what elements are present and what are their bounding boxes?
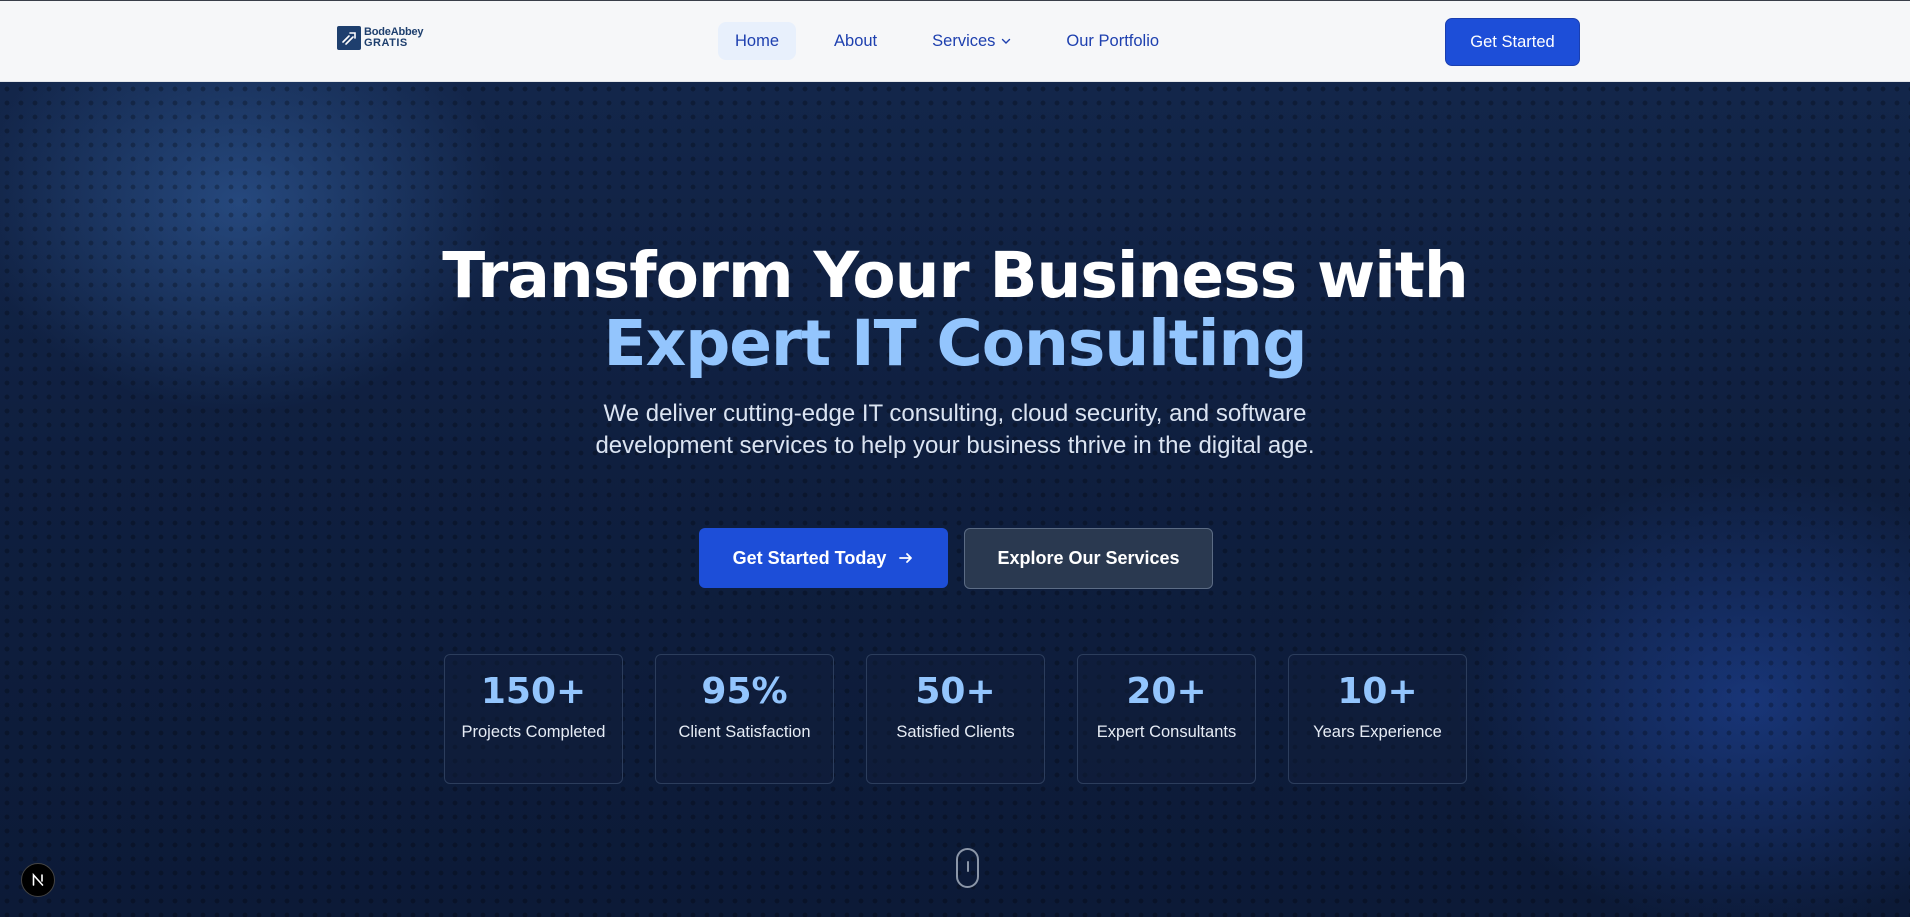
nav-about[interactable]: About (817, 22, 894, 60)
stat-label: Client Satisfaction (678, 723, 811, 741)
logo-tagline: GRATIS (364, 37, 408, 49)
hero-title: Transform Your Business with Expert IT C… (0, 242, 1910, 378)
nav-portfolio-label: Our Portfolio (1066, 31, 1160, 50)
main-nav: Home About Services Our Portfolio (718, 22, 1197, 60)
arrow-right-icon (899, 553, 913, 563)
stat-value: 95% (701, 671, 788, 712)
nav-services[interactable]: Services (915, 22, 1028, 60)
stats-row: 150+ Projects Completed 95% Client Satis… (444, 654, 1467, 784)
logo[interactable]: BodeAbbey GRATIS (337, 26, 424, 50)
scroll-wheel-icon (967, 861, 969, 872)
explore-services-button[interactable]: Explore Our Services (964, 528, 1213, 589)
hero-title-highlight: Expert IT Consulting (603, 307, 1308, 380)
dev-tools-badge[interactable] (21, 863, 55, 897)
hero-section: Transform Your Business with Expert IT C… (0, 82, 1910, 917)
stat-value: 20+ (1126, 671, 1207, 712)
logo-text: BodeAbbey GRATIS (364, 27, 424, 49)
nav-home-label: Home (735, 31, 780, 50)
next-logo-icon (32, 872, 44, 886)
stat-label: Years Experience (1313, 723, 1442, 741)
stat-label: Satisfied Clients (896, 723, 1015, 741)
chevron-down-icon (1002, 38, 1011, 44)
stat-card: 10+ Years Experience (1288, 654, 1467, 784)
stat-card: 150+ Projects Completed (444, 654, 623, 784)
nav-home[interactable]: Home (718, 22, 797, 60)
hero-title-line1: Transform Your Business with (442, 239, 1469, 312)
get-started-today-label: Get Started Today (732, 547, 887, 568)
stat-card: 95% Client Satisfaction (655, 654, 834, 784)
stat-value: 150+ (480, 671, 587, 712)
stat-card: 50+ Satisfied Clients (866, 654, 1045, 784)
get-started-button[interactable]: Get Started (1445, 18, 1580, 66)
stat-value: 10+ (1337, 671, 1418, 712)
logo-mark-icon (337, 26, 361, 50)
hero-subtitle: We deliver cutting-edge IT consulting, c… (595, 400, 1315, 459)
stat-value: 50+ (915, 671, 996, 712)
stat-card: 20+ Expert Consultants (1077, 654, 1256, 784)
nav-about-label: About (834, 31, 878, 50)
stat-label: Projects Completed (461, 723, 606, 741)
scroll-down-indicator[interactable] (956, 848, 979, 888)
nav-portfolio[interactable]: Our Portfolio (1049, 22, 1176, 60)
site-header: BodeAbbey GRATIS Home About Services Our… (0, 0, 1910, 82)
nav-services-label: Services (932, 31, 996, 50)
get-started-today-button[interactable]: Get Started Today (699, 528, 948, 588)
stat-label: Expert Consultants (1096, 723, 1237, 741)
